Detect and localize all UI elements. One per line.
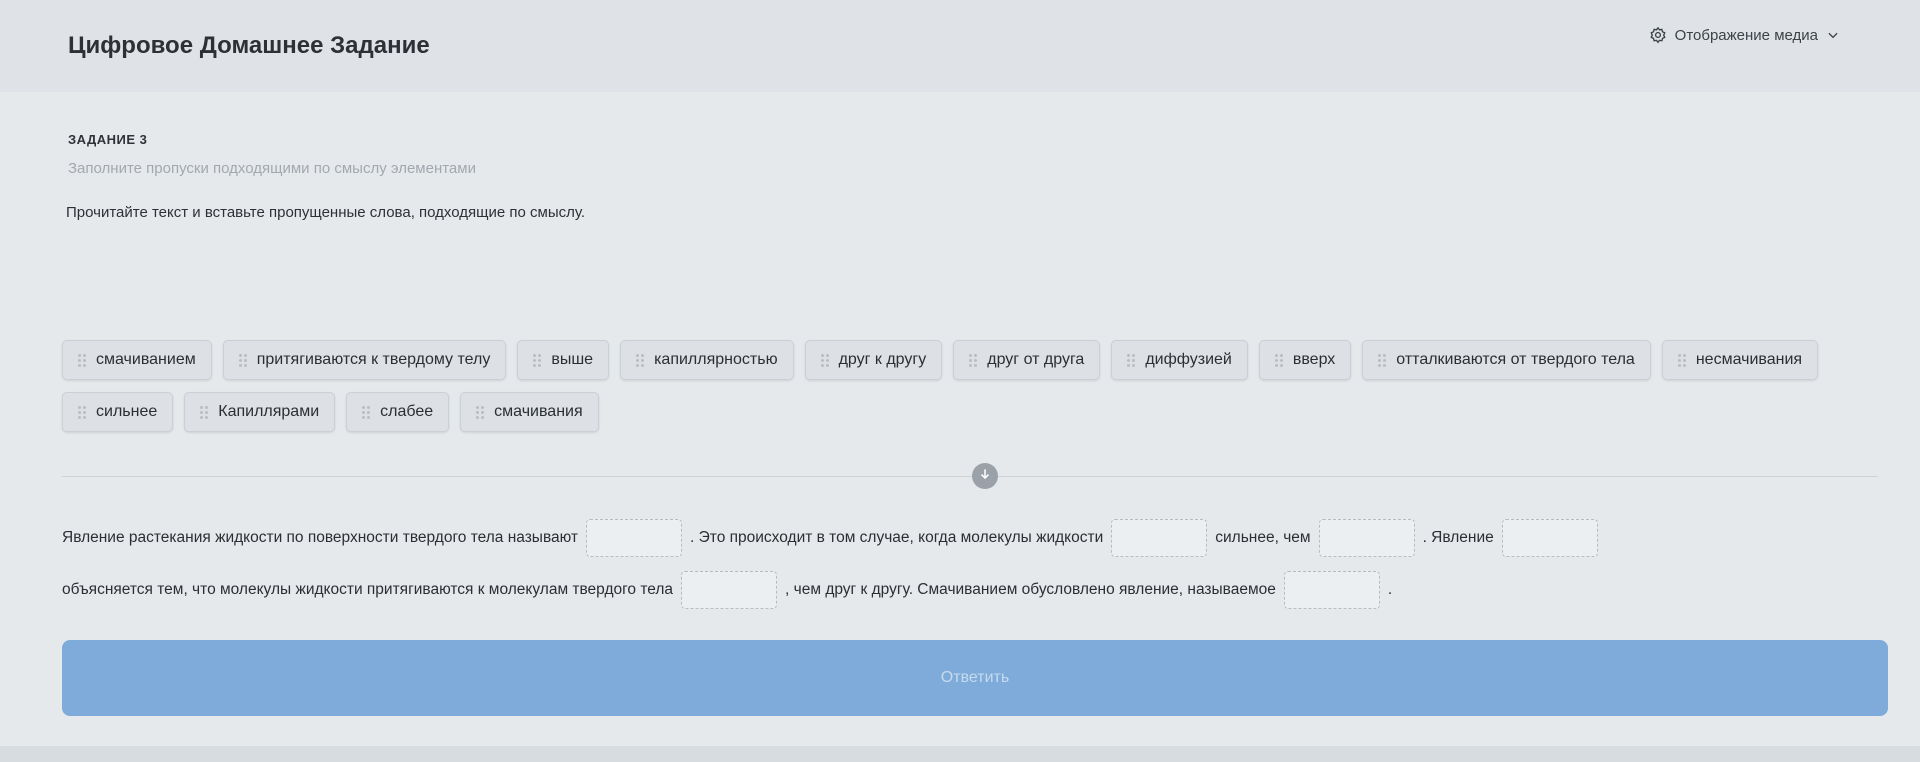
answer-blank-6[interactable] [1283, 570, 1380, 609]
drag-handle-icon [1127, 353, 1136, 367]
drag-handle-icon [1677, 353, 1686, 367]
media-display-toggle[interactable]: Отображение медиа [1649, 26, 1840, 44]
submit-button[interactable]: Ответить [62, 640, 1888, 716]
answer-blank-5[interactable] [681, 570, 778, 609]
option-chip[interactable]: друг от друга [953, 340, 1101, 380]
option-chip[interactable]: несмачивания [1661, 340, 1819, 380]
drag-handle-icon [476, 405, 485, 419]
scroll-down-button[interactable] [972, 463, 998, 489]
drag-handle-icon [362, 405, 371, 419]
option-chip[interactable]: смачиванием [62, 340, 212, 380]
text-segment: . [1387, 581, 1393, 598]
drag-handle-icon [969, 353, 978, 367]
text-segment: объясняется тем, что молекулы жидкости п… [62, 581, 674, 598]
option-chip[interactable]: выше [517, 340, 610, 380]
option-chip[interactable]: Капиллярами [184, 392, 336, 432]
option-chip[interactable]: друг к другу [804, 340, 943, 380]
text-segment: , чем друг к другу. Смачиванием обусловл… [785, 581, 1276, 598]
drag-handle-icon [200, 405, 209, 419]
option-chip[interactable]: диффузией [1111, 340, 1248, 380]
app-header: Цифровое Домашнее Задание Отображение ме… [0, 0, 1920, 93]
drag-handle-icon [1378, 353, 1387, 367]
option-chip[interactable]: вверх [1258, 340, 1352, 380]
answer-options: смачиванием притягиваются к твердому тел… [62, 340, 1822, 432]
fill-in-text: Явление растекания жидкости по поверхнос… [62, 512, 1882, 616]
text-segment: Явление растекания жидкости по поверхнос… [62, 529, 579, 546]
option-chip[interactable]: слабее [346, 392, 450, 432]
option-chip[interactable]: капиллярностью [620, 340, 794, 380]
task-panel: ЗАДАНИЕ 3 Заполните пропуски подходящими… [0, 92, 1920, 746]
drag-handle-icon [238, 353, 247, 367]
option-chip[interactable]: отталкиваются от твердого тела [1362, 340, 1651, 380]
task-subtitle: Заполните пропуски подходящими по смыслу… [68, 160, 476, 177]
media-toggle-label: Отображение медиа [1674, 26, 1818, 44]
app-title: Цифровое Домашнее Задание [68, 32, 430, 59]
chevron-down-icon [1826, 28, 1840, 42]
option-chip[interactable]: сильнее [62, 392, 174, 432]
answer-blank-2[interactable] [1111, 518, 1208, 557]
answer-blank-3[interactable] [1318, 518, 1415, 557]
drag-handle-icon [1274, 353, 1283, 367]
task-instruction: Прочитайте текст и вставьте пропущенные … [66, 204, 586, 221]
divider [62, 476, 1878, 477]
arrow-down-icon [978, 467, 992, 486]
drag-handle-icon [78, 405, 86, 419]
answer-blank-4[interactable] [1501, 518, 1598, 557]
drag-handle-icon [78, 353, 86, 367]
drag-handle-icon [636, 353, 645, 367]
text-segment: . Это происходит в том случае, когда мол… [690, 529, 1104, 546]
option-chip[interactable]: притягиваются к твердому телу [222, 340, 507, 380]
drag-handle-icon [820, 353, 829, 367]
task-number-label: ЗАДАНИЕ 3 [68, 132, 148, 147]
gear-icon [1649, 26, 1667, 44]
option-chip[interactable]: смачивания [460, 392, 599, 432]
answer-blank-1[interactable] [586, 518, 683, 557]
text-segment: сильнее, чем [1215, 529, 1311, 546]
text-segment: . Явление [1422, 529, 1494, 546]
drag-handle-icon [533, 353, 542, 367]
